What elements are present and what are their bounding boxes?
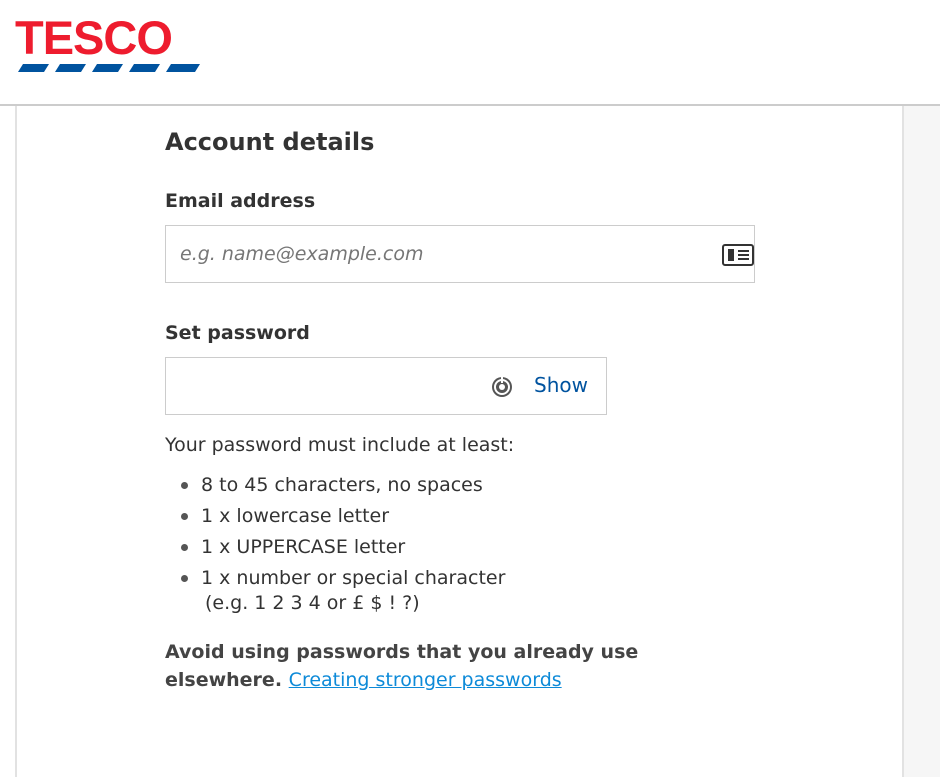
logo-stripes [18,64,200,72]
bullet-icon [181,575,188,582]
password-requirements-list: 8 to 45 characters, no spaces 1 x lowerc… [179,470,505,594]
email-field[interactable] [165,225,755,283]
email-input[interactable] [180,226,710,282]
password-field[interactable]: Show [165,357,607,415]
requirement-text: 8 to 45 characters, no spaces [201,474,483,496]
section-title: Account details [165,128,375,156]
list-item: 8 to 45 characters, no spaces [179,470,505,501]
page-border-left [15,106,17,777]
list-item: 1 x UPPERCASE letter [179,532,505,563]
site-header: TESCO [0,0,940,106]
password-label: Set password [165,322,310,344]
list-item: 1 x number or special character [179,563,505,594]
bullet-icon [181,482,188,489]
show-password-button[interactable]: Show [534,373,588,397]
password-input[interactable] [180,358,480,414]
tesco-logo[interactable]: TESCO [15,14,205,74]
logo-wordmark: TESCO [15,11,173,64]
stronger-passwords-link[interactable]: Creating stronger passwords [289,669,562,691]
password-advice: Avoid using passwords that you already u… [165,638,685,694]
password-manager-icon[interactable] [490,375,514,399]
requirement-text: 1 x lowercase letter [201,505,390,527]
bullet-icon [181,544,188,551]
bullet-icon [181,513,188,520]
requirement-text: 1 x UPPERCASE letter [201,536,406,558]
list-item: 1 x lowercase letter [179,501,505,532]
email-label: Email address [165,190,316,212]
password-requirements-intro: Your password must include at least: [165,434,515,456]
page-gutter [904,106,940,777]
contact-card-icon[interactable] [722,244,754,266]
requirement-example: (e.g. 1 2 3 4 or £ $ ! ?) [205,592,420,614]
requirement-text: 1 x number or special character [201,567,506,589]
